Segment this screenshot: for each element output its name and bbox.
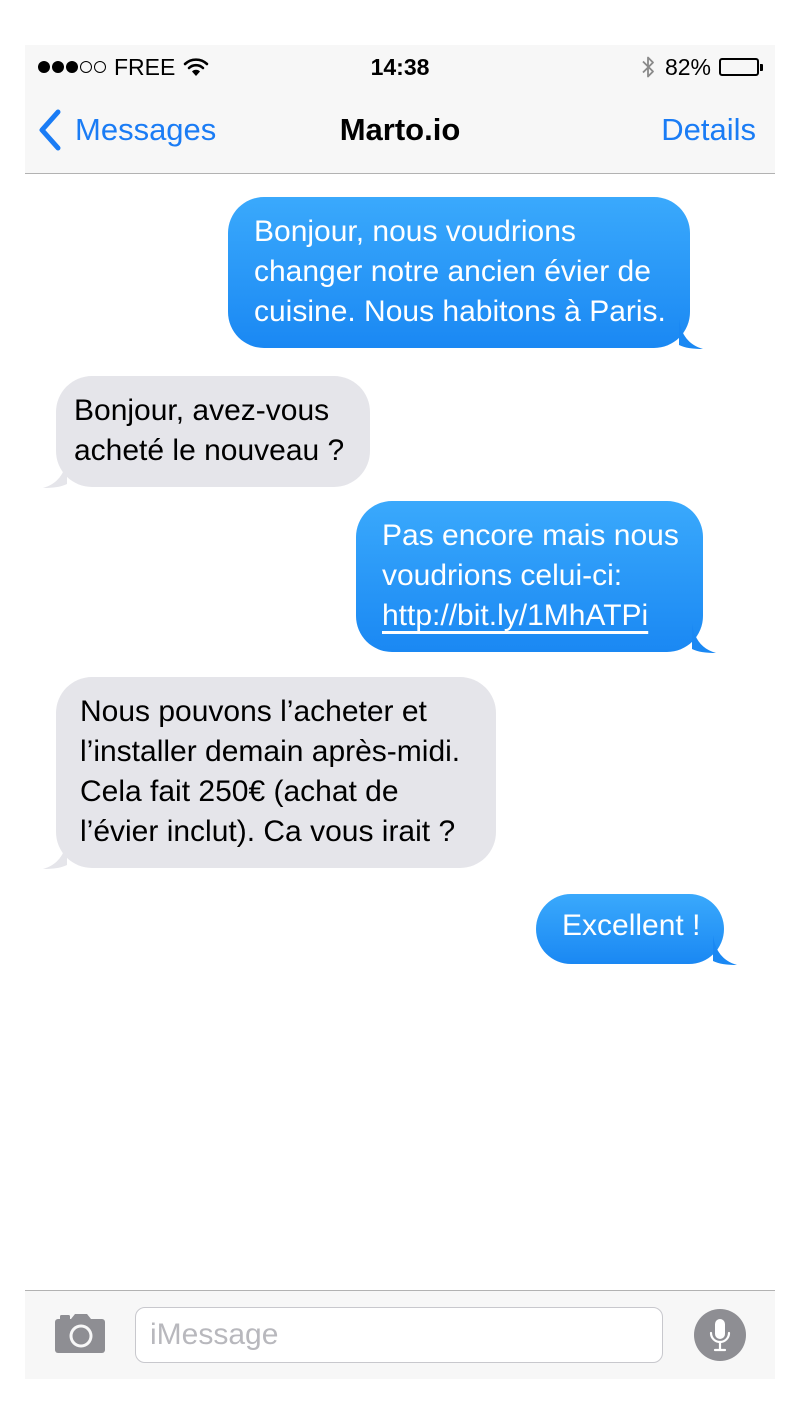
message-text-line: Bonjour, avez-vous xyxy=(74,394,330,427)
bubble-tail xyxy=(691,623,716,653)
signal-strength-icon xyxy=(38,61,108,73)
bubble-tail xyxy=(43,458,67,488)
outgoing-message-bubble[interactable]: Pas encore mais nous voudrions celui-ci:… xyxy=(356,501,716,653)
incoming-message-bubble[interactable]: Nous pouvons l’acheter et l’installer de… xyxy=(43,677,497,869)
status-bar-right: 82% xyxy=(641,53,763,81)
back-button[interactable]: Messages xyxy=(37,107,216,153)
message-row: Excellent ! xyxy=(536,894,738,965)
message-text-line: voudrions celui-ci: xyxy=(382,559,623,592)
incoming-message-bubble[interactable]: Bonjour, avez-vous acheté le nouveau ? xyxy=(43,376,371,488)
bubble-tail xyxy=(713,935,738,965)
messages-screen: FREE 14:38 82% Messages Marto.io Details… xyxy=(25,45,775,1379)
bubble-tail xyxy=(43,839,67,869)
chevron-left-icon xyxy=(39,109,61,151)
carrier-label: FREE xyxy=(114,54,176,80)
bubble-tail xyxy=(678,319,703,349)
message-row: Pas encore mais nous voudrions celui-ci:… xyxy=(356,501,716,653)
message-input-bar xyxy=(25,1290,775,1379)
message-text-line: changer notre ancien évier de xyxy=(254,255,651,288)
battery-icon xyxy=(719,58,763,76)
message-row: Nous pouvons l’acheter et l’installer de… xyxy=(43,677,497,869)
wifi-icon xyxy=(184,58,209,76)
message-text-line: acheté le nouveau ? xyxy=(74,434,345,467)
camera-icon[interactable] xyxy=(54,1313,106,1355)
status-bar-left: FREE xyxy=(38,53,209,81)
message-text-line: Pas encore mais nous xyxy=(382,519,679,552)
microphone-icon xyxy=(709,1319,731,1352)
message-text-line: l’installer demain après-midi. xyxy=(80,735,461,768)
message-text-line: Nous pouvons l’acheter et xyxy=(80,695,427,728)
microphone-button[interactable] xyxy=(694,1309,746,1361)
imessage-input[interactable] xyxy=(135,1307,663,1363)
message-text-line: l’évier inclut). Ca vous irait ? xyxy=(80,815,456,848)
message-text-line: cuisine. Nous habitons à Paris. xyxy=(254,295,666,328)
top-bar: FREE 14:38 82% Messages Marto.io Details xyxy=(25,45,775,174)
details-button[interactable]: Details xyxy=(661,107,756,153)
message-text-line: Excellent ! xyxy=(562,909,701,942)
message-row: Bonjour, avez-vous acheté le nouveau ? xyxy=(43,376,371,488)
message-text-line: Bonjour, nous voudrions xyxy=(254,215,576,248)
message-thread: Bonjour, nous voudrions changer notre an… xyxy=(25,174,775,1290)
outgoing-message-bubble[interactable]: Bonjour, nous voudrions changer notre an… xyxy=(228,197,703,349)
bluetooth-icon xyxy=(642,56,654,78)
battery-percent: 82% xyxy=(664,54,711,80)
back-button-label: Messages xyxy=(75,112,217,147)
message-row: Bonjour, nous voudrions changer notre an… xyxy=(228,197,703,349)
message-text-line: Cela fait 250€ (achat de xyxy=(80,775,399,808)
message-link[interactable]: http://bit.ly/1MhATPi xyxy=(382,596,679,636)
outgoing-message-bubble[interactable]: Excellent ! xyxy=(536,894,738,965)
